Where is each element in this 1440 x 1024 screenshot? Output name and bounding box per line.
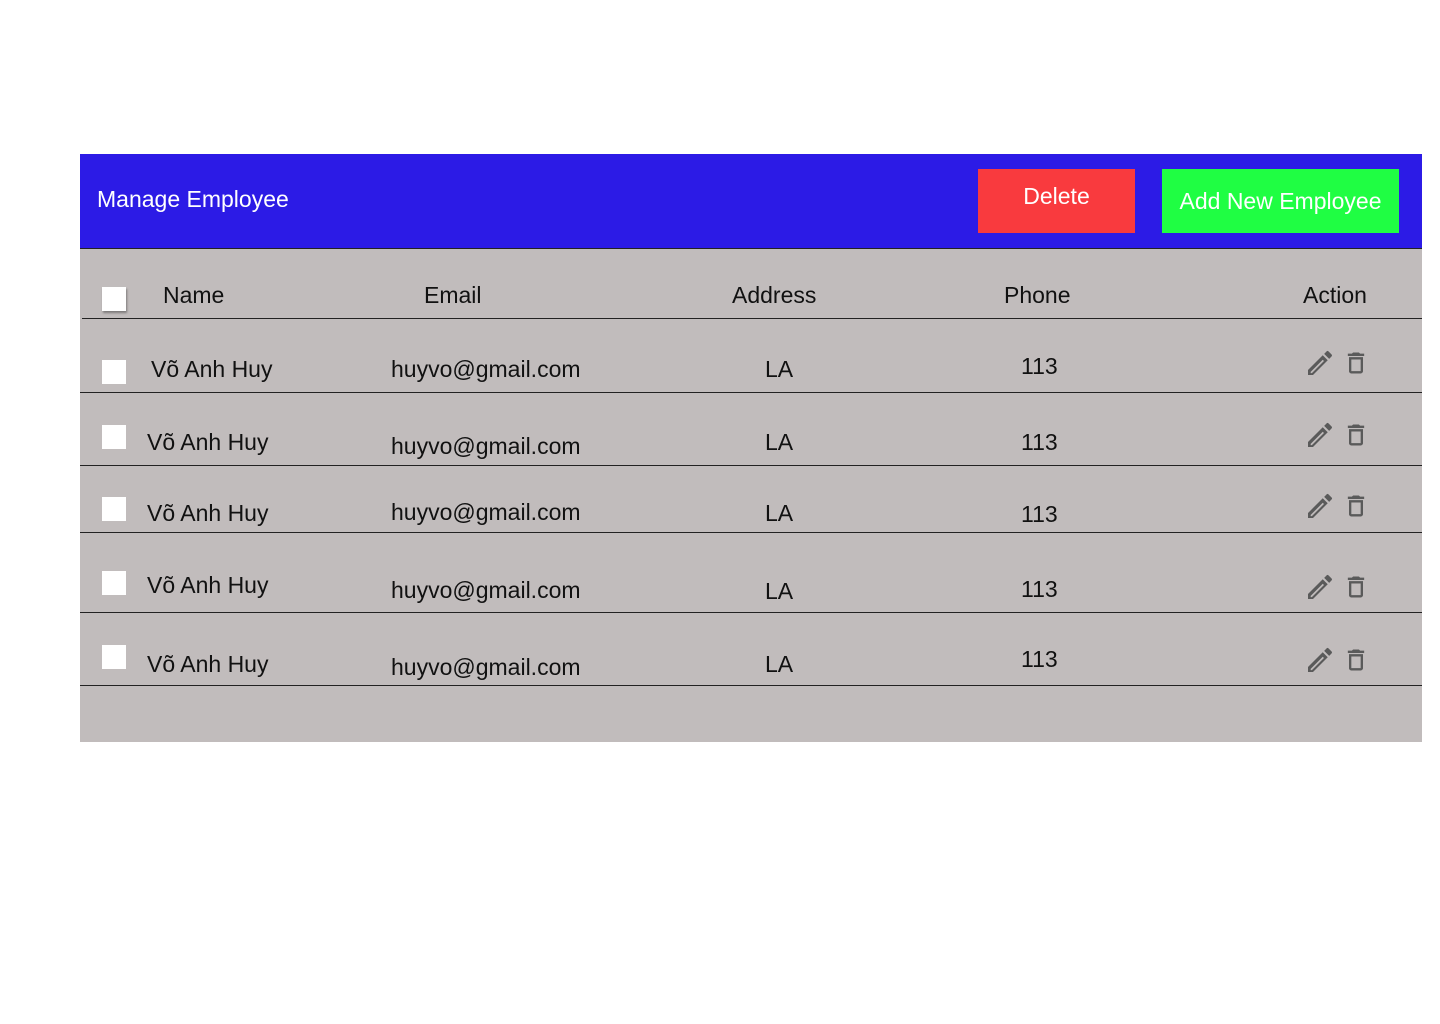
pencil-icon[interactable] (1304, 418, 1336, 452)
column-header-phone: Phone (1004, 282, 1071, 308)
page-title: Manage Employee (97, 186, 289, 212)
trash-icon[interactable] (1342, 346, 1374, 380)
cell-address: LA (765, 578, 794, 604)
column-header-address: Address (732, 282, 817, 308)
cell-email: huyvo@gmail.com (391, 499, 581, 525)
pencil-icon[interactable] (1304, 643, 1336, 677)
add-employee-button[interactable]: Add New Employee (1162, 169, 1399, 233)
cell-address: LA (765, 500, 794, 526)
cell-name: Võ Anh Huy (151, 356, 273, 382)
employee-panel: Manage Employee Delete Add New Employee … (80, 154, 1422, 742)
cell-name: Võ Anh Huy (147, 500, 269, 526)
row-actions (1304, 346, 1374, 380)
table-row: Võ Anh Huy huyvo@gmail.com LA 113 (80, 393, 1422, 466)
table-row: Võ Anh Huy huyvo@gmail.com LA 113 (80, 319, 1422, 393)
pencil-icon[interactable] (1304, 346, 1336, 380)
row-checkbox[interactable] (102, 645, 126, 669)
table-header: Name Email Address Phone Action (82, 249, 1422, 319)
row-actions (1304, 570, 1374, 604)
pencil-icon[interactable] (1304, 570, 1336, 604)
cell-phone: 113 (1021, 646, 1058, 672)
row-checkbox[interactable] (102, 360, 126, 384)
table-row: Võ Anh Huy huyvo@gmail.com LA 113 (80, 613, 1422, 686)
cell-phone: 113 (1021, 353, 1058, 379)
pencil-icon[interactable] (1304, 489, 1336, 523)
row-actions (1304, 489, 1374, 523)
cell-phone: 113 (1021, 429, 1058, 455)
cell-name: Võ Anh Huy (147, 651, 269, 677)
row-actions (1304, 418, 1374, 452)
cell-email: huyvo@gmail.com (391, 577, 581, 603)
cell-email: huyvo@gmail.com (391, 433, 581, 459)
row-checkbox[interactable] (102, 571, 126, 595)
trash-icon[interactable] (1342, 570, 1374, 604)
column-header-email: Email (424, 282, 482, 308)
cell-name: Võ Anh Huy (147, 572, 269, 598)
trash-icon[interactable] (1342, 489, 1374, 523)
cell-name: Võ Anh Huy (147, 429, 269, 455)
column-header-action: Action (1303, 282, 1367, 308)
trash-icon[interactable] (1342, 643, 1374, 677)
trash-icon[interactable] (1342, 418, 1374, 452)
panel-header: Manage Employee Delete Add New Employee (80, 154, 1422, 249)
column-header-name: Name (163, 282, 225, 308)
cell-address: LA (765, 651, 794, 677)
table-row: Võ Anh Huy huyvo@gmail.com LA 113 (80, 466, 1422, 533)
cell-email: huyvo@gmail.com (391, 654, 581, 680)
cell-phone: 113 (1021, 576, 1058, 602)
cell-address: LA (765, 429, 794, 455)
delete-button[interactable]: Delete (978, 169, 1135, 233)
table-row: Võ Anh Huy huyvo@gmail.com LA 113 (80, 533, 1422, 613)
row-checkbox[interactable] (102, 497, 126, 521)
cell-address: LA (765, 356, 794, 382)
select-all-checkbox[interactable] (102, 287, 126, 311)
row-actions (1304, 643, 1374, 677)
cell-phone: 113 (1021, 501, 1058, 527)
row-checkbox[interactable] (102, 425, 126, 449)
cell-email: huyvo@gmail.com (391, 356, 581, 382)
